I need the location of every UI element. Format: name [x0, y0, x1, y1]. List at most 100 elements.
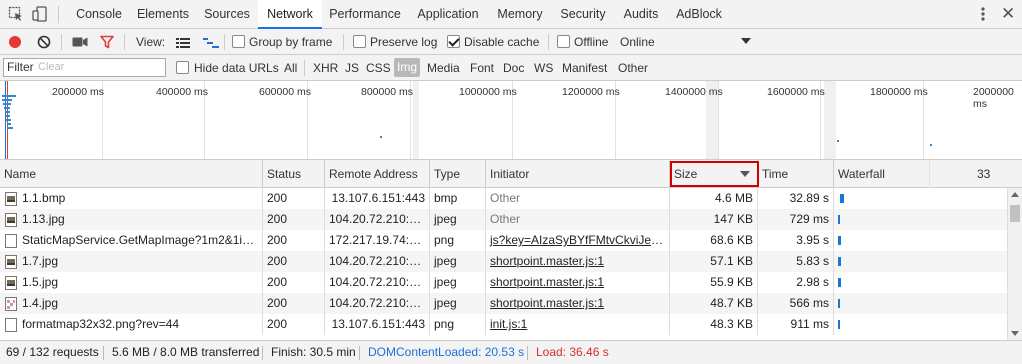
table-scrollbar[interactable]	[1007, 188, 1022, 340]
column-header-initiator[interactable]: Initiator	[486, 160, 670, 188]
cell-remote: 104.20.72.210:443	[325, 272, 430, 293]
filter-icon[interactable]	[100, 35, 114, 52]
filter-type-doc[interactable]: Doc	[503, 61, 524, 75]
table-row[interactable]: formatmap32x32.png?rev=44 200 13.107.6.151…	[0, 314, 1007, 335]
initiator-link[interactable]: shortpoint.master.js:1	[486, 251, 670, 272]
filter-type-xhr[interactable]: XHR	[313, 61, 338, 75]
inspect-element-icon[interactable]	[8, 6, 24, 22]
tab-network[interactable]: Network	[258, 0, 322, 29]
table-row[interactable]: 1.7.jpg 200 104.20.72.210:443 jpeg shortpoin…	[0, 251, 1007, 272]
initiator-link[interactable]: shortpoint.master.js:1	[486, 293, 670, 314]
tab-adblock[interactable]: AdBlock	[668, 0, 730, 29]
network-overview[interactable]: 200000 ms 400000 ms 600000 ms 800000 ms …	[0, 81, 1022, 160]
table-row[interactable]: 1.4.jpg 200 104.20.72.210:443 jpeg shortpoin…	[0, 293, 1007, 314]
waterfall-bar[interactable]	[840, 194, 844, 203]
column-header-type[interactable]: Type	[430, 160, 486, 188]
initiator-link[interactable]: init.js:1	[486, 314, 670, 335]
overview-tick: 800000 ms	[361, 86, 413, 98]
cell-name: StaticMapService.GetMapImage?1m2&1i1...	[0, 230, 263, 251]
hide-data-urls-checkbox[interactable]	[176, 61, 189, 74]
chevron-down-icon[interactable]	[741, 38, 751, 44]
request-name[interactable]: 1.4.jpg	[22, 293, 258, 314]
tab-console[interactable]: Console	[68, 0, 130, 29]
tab-memory[interactable]: Memory	[488, 0, 552, 29]
filter-type-img[interactable]: Img	[394, 58, 421, 77]
clear-icon[interactable]	[37, 35, 51, 52]
cell-type: bmp	[430, 188, 486, 209]
filter-type-media[interactable]: Media	[427, 61, 460, 75]
cell-type: jpeg	[430, 209, 486, 230]
filter-type-all[interactable]: All	[284, 61, 297, 75]
request-name[interactable]: 1.7.jpg	[22, 251, 258, 272]
filter-type-manifest[interactable]: Manifest	[562, 61, 607, 75]
filter-type-js[interactable]: JS	[345, 61, 359, 75]
group-by-frame-checkbox[interactable]	[232, 35, 245, 48]
file-type-icon	[5, 276, 17, 290]
cell-waterfall	[834, 272, 1007, 293]
close-devtools-icon[interactable]: ✕	[1001, 3, 1015, 25]
cell-type: png	[430, 230, 486, 251]
column-header-time[interactable]: Time	[758, 160, 834, 188]
filter-type-other[interactable]: Other	[618, 61, 648, 75]
cell-status: 200	[263, 272, 325, 293]
filter-input[interactable]: Filter	[3, 58, 166, 77]
waterfall-overview-icon[interactable]	[203, 37, 219, 51]
cell-status: 200	[263, 209, 325, 230]
initiator-link[interactable]: shortpoint.master.js:1	[486, 272, 670, 293]
offline-checkbox[interactable]	[557, 35, 570, 48]
cell-initiator: Other	[486, 188, 670, 209]
table-row[interactable]: StaticMapService.GetMapImage?1m2&1i1... 2…	[0, 230, 1007, 251]
size-column-highlight	[670, 161, 759, 187]
disable-cache-checkbox[interactable]	[447, 35, 460, 48]
cell-status: 200	[263, 293, 325, 314]
request-name[interactable]: StaticMapService.GetMapImage?1m2&1i1...	[22, 230, 258, 251]
tab-audits[interactable]: Audits	[614, 0, 668, 29]
waterfall-bar[interactable]	[838, 320, 840, 329]
column-header-remote-address[interactable]: Remote Address	[325, 160, 430, 188]
more-options-icon[interactable]	[980, 6, 986, 25]
cell-size: 48.7 KB	[670, 293, 758, 314]
cell-time: 32.89 s	[758, 188, 834, 209]
initiator-link[interactable]: js?key=AIzaSyBYfFMtvCkviJeBr...	[486, 230, 670, 251]
cell-remote: 13.107.6.151:443	[325, 188, 430, 209]
tab-elements[interactable]: Elements	[130, 0, 196, 29]
preserve-log-checkbox[interactable]	[353, 35, 366, 48]
scroll-up-icon[interactable]	[1011, 192, 1019, 197]
tab-security[interactable]: Security	[552, 0, 614, 29]
large-rows-icon[interactable]	[176, 37, 190, 51]
dom-content-loaded-time: DOMContentLoaded: 20.53 s	[368, 345, 525, 359]
request-name[interactable]: 1.13.jpg	[22, 209, 258, 230]
tab-application[interactable]: Application	[408, 0, 488, 29]
throttling-select[interactable]: Online	[620, 35, 655, 49]
request-name[interactable]: formatmap32x32.png?rev=44	[22, 314, 258, 335]
cell-waterfall	[834, 230, 1007, 251]
waterfall-bar[interactable]	[838, 278, 841, 287]
column-header-name[interactable]: Name	[0, 160, 263, 188]
record-icon[interactable]	[8, 35, 22, 52]
tab-sources[interactable]: Sources	[196, 0, 258, 29]
device-toolbar-icon[interactable]	[32, 6, 48, 22]
table-row[interactable]: 1.5.jpg 200 104.20.72.210:443 jpeg shortpoin…	[0, 272, 1007, 293]
column-header-status[interactable]: Status	[263, 160, 325, 188]
filter-type-ws[interactable]: WS	[534, 61, 553, 75]
waterfall-bar[interactable]	[838, 299, 840, 308]
table-row[interactable]: 1.13.jpg 200 104.20.72.210:443 jpeg Other 147…	[0, 209, 1007, 230]
file-type-icon	[5, 234, 17, 248]
cell-remote: 13.107.6.151:443	[325, 314, 430, 335]
waterfall-bar[interactable]	[838, 215, 840, 224]
waterfall-bar[interactable]	[838, 257, 841, 266]
tab-performance[interactable]: Performance	[322, 0, 408, 29]
overview-tick: 400000 ms	[156, 86, 208, 98]
table-row[interactable]: 1.1.bmp 200 13.107.6.151:443 bmp Other 4.6 MB…	[0, 188, 1007, 209]
request-name[interactable]: 1.1.bmp	[22, 188, 258, 209]
scroll-down-icon[interactable]	[1011, 331, 1019, 336]
cell-name: 1.1.bmp	[0, 188, 263, 209]
column-header-waterfall[interactable]: Waterfall	[834, 160, 930, 188]
filter-type-css[interactable]: CSS	[366, 61, 391, 75]
scroll-thumb[interactable]	[1010, 205, 1020, 222]
filter-type-font[interactable]: Font	[470, 61, 494, 75]
waterfall-bar[interactable]	[838, 236, 841, 245]
waterfall-tick: 33	[977, 167, 991, 181]
request-name[interactable]: 1.5.jpg	[22, 272, 258, 293]
capture-screenshots-icon[interactable]	[72, 36, 88, 51]
